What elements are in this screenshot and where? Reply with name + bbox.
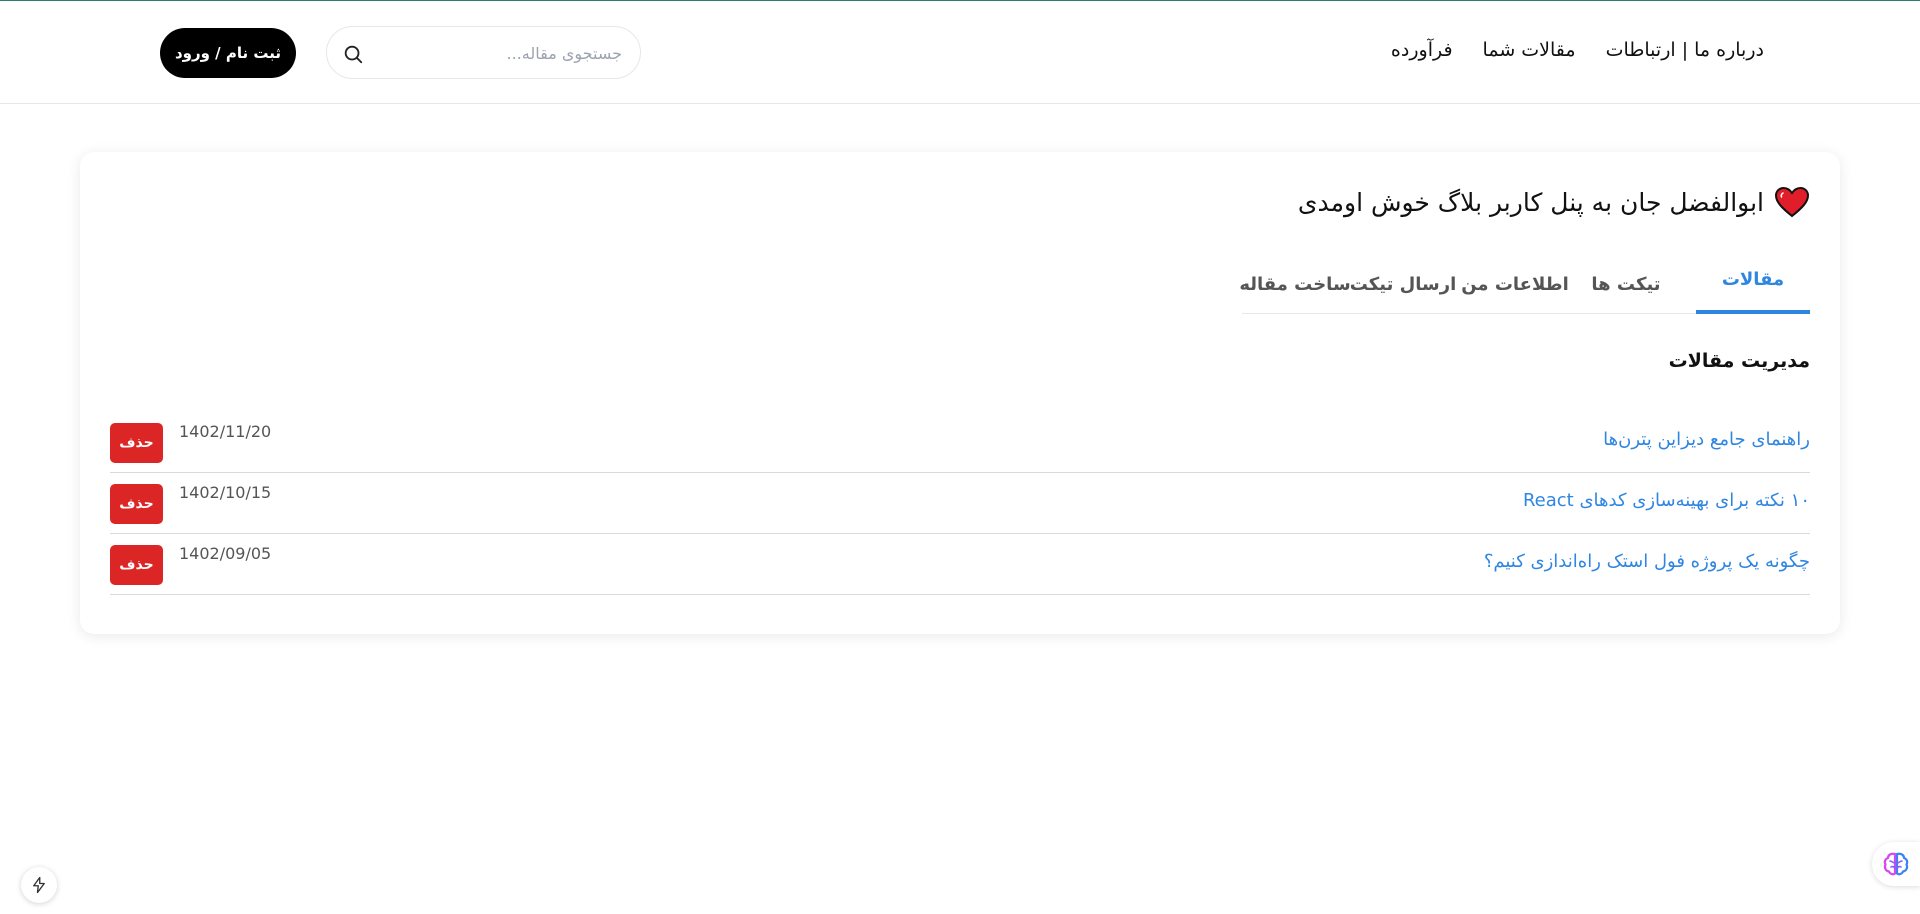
article-date: 1402/09/05: [179, 544, 272, 563]
list-item: ۱۰ نکته برای بهینه‌سازی کدهای React 1402…: [110, 473, 1810, 534]
bolt-icon: [33, 876, 45, 894]
articles-list: راهنمای جامع دیزاین پترن‌ها 1402/11/20 ح…: [110, 412, 1810, 595]
search-input[interactable]: [382, 39, 622, 67]
signup-login-button[interactable]: ثبت نام / ورود: [160, 28, 296, 78]
article-title-link[interactable]: راهنمای جامع دیزاین پترن‌ها: [1603, 429, 1810, 450]
nav-link-your-articles[interactable]: مقالات شما: [1483, 39, 1576, 61]
quick-action-button[interactable]: [21, 867, 57, 903]
heart-icon: [1774, 186, 1810, 218]
search-box: [326, 26, 641, 79]
search-icon[interactable]: [342, 43, 364, 65]
tab-send-ticket[interactable]: ارسال تیکت: [1348, 254, 1458, 314]
brain-icon: [1883, 852, 1909, 876]
nav-link-about-contact[interactable]: درباره ما | ارتباطات: [1606, 39, 1764, 61]
tab-articles[interactable]: مقالات: [1696, 254, 1810, 314]
welcome-heading: ابوالفضل جان به پنل کاربر بلاگ خوش اومدی: [1298, 186, 1810, 218]
list-item: راهنمای جامع دیزاین پترن‌ها 1402/11/20 ح…: [110, 412, 1810, 473]
main-nav: فرآورده مقالات شما درباره ما | ارتباطات: [1391, 39, 1764, 61]
assistant-button[interactable]: [1872, 842, 1920, 886]
article-title-link[interactable]: ۱۰ نکته برای بهینه‌سازی کدهای React: [1523, 490, 1810, 511]
user-panel-card: ابوالفضل جان به پنل کاربر بلاگ خوش اومدی…: [80, 152, 1840, 634]
delete-button[interactable]: حذف: [110, 484, 163, 524]
tab-my-info[interactable]: اطلاعات من: [1460, 254, 1570, 314]
welcome-text: ابوالفضل جان به پنل کاربر بلاگ خوش اومدی: [1297, 187, 1764, 217]
delete-button[interactable]: حذف: [110, 545, 163, 585]
tab-create-article[interactable]: ساخت مقاله: [1239, 254, 1350, 314]
section-title: مدیریت مقالات: [1668, 350, 1810, 372]
article-date: 1402/10/15: [179, 483, 272, 502]
nav-link-products[interactable]: فرآورده: [1391, 39, 1453, 61]
site-header: فرآورده مقالات شما درباره ما | ارتباطات …: [0, 1, 1920, 104]
article-date: 1402/11/20: [179, 422, 272, 441]
list-item: چگونه یک پروژه فول استک راه‌اندازی کنیم؟…: [110, 534, 1810, 595]
delete-button[interactable]: حذف: [110, 423, 163, 463]
article-title-link[interactable]: چگونه یک پروژه فول استک راه‌اندازی کنیم؟: [1484, 551, 1810, 572]
panel-tabs: مقالات تیکت ها اطلاعات من ارسال تیکت ساخ…: [1239, 254, 1810, 314]
tab-tickets[interactable]: تیکت ها: [1580, 254, 1672, 314]
